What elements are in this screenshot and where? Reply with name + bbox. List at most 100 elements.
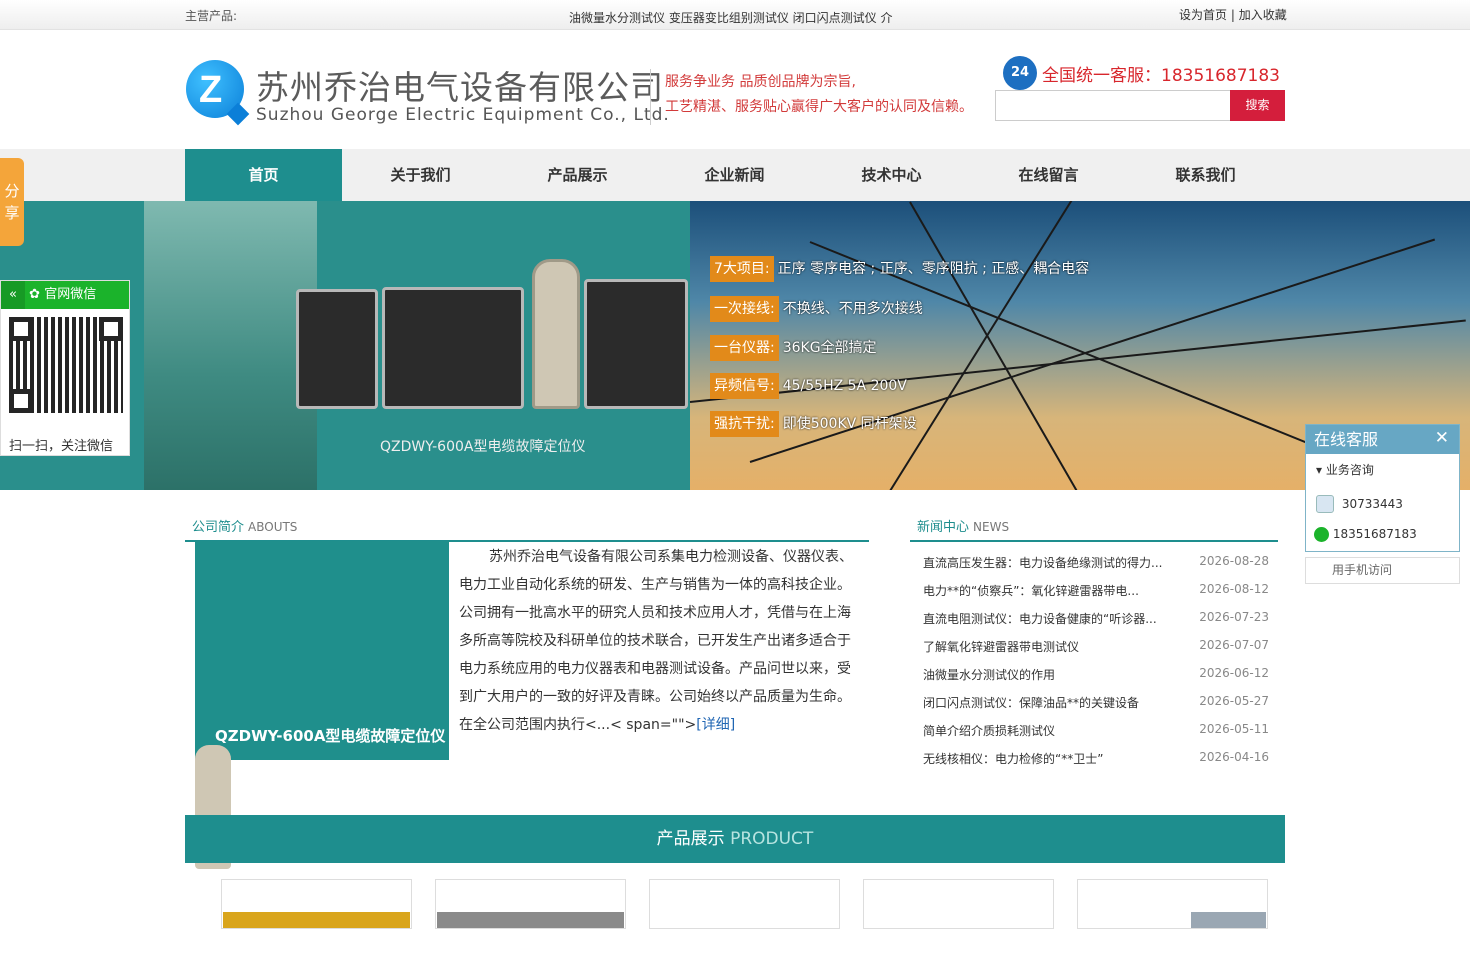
transformer-unit [532,259,580,409]
qq-number: 30733443 [1341,496,1403,511]
share-tab[interactable]: 分 享 [0,158,24,246]
feature-text: 36KG全部搞定 [782,340,877,356]
add-favorite-link[interactable]: 加入收藏 [1239,8,1287,22]
nav-item-contact[interactable]: 联系我们 [1127,149,1284,201]
news-item-date: 2026-07-07 [1199,638,1269,652]
share-label-2: 享 [4,204,20,222]
about-text: 苏州乔治电气设备有限公司系集电力检测设备、仪器仪表、电力工业自动化系统的研发、生… [459,543,859,739]
about-more-link[interactable]: [详细] [696,717,735,733]
service-group-label: 业务咨询 [1325,463,1374,477]
hotline-text: 全国统一客服：18351687183 [1042,66,1280,86]
about-image-caption: QZDWY-600A型电缆故障定位仪 [215,727,446,745]
feature-row: 强抗干扰: 即使500KV 同杆架设 [710,411,917,437]
news-item-title[interactable]: 油微量水分测试仪的作用 [923,666,1055,683]
product-thumbnail [865,912,1052,928]
product-card[interactable] [649,879,840,929]
news-item-date: 2026-04-16 [1199,750,1269,764]
news-item-date: 2026-08-12 [1199,582,1269,596]
news-divider [910,540,1278,542]
product-thumbnail [437,912,624,928]
news-item-title[interactable]: 简单介绍介质损耗测试仪 [923,722,1055,739]
feature-row: 一台仪器: 36KG全部搞定 [710,335,877,361]
wechat-contact[interactable]: 18351687183 [1314,527,1417,542]
feature-tag: 一次接线: [710,296,779,322]
news-item-title[interactable]: 直流高压发生器：电力设备绝缘测试的得力... [923,554,1162,571]
product-thumbnail [651,912,838,928]
about-title-en: ABOUTS [248,520,298,534]
slogan-line-1: 服务争业务 品质创品牌为宗旨, [665,74,856,90]
logo-letter: Z [199,69,223,111]
wechat-title: 官网微信 [44,287,97,302]
service-group[interactable]: ▾ 业务咨询 [1316,461,1374,478]
product-card[interactable] [863,879,1054,929]
products-title: 产品展示 [656,829,725,849]
news-section-title: 新闻中心 NEWS [917,516,1009,535]
news-item-date: 2026-08-28 [1199,554,1269,568]
nav-item-message[interactable]: 在线留言 [970,149,1127,201]
feature-text: 不换线、不用多次接线 [782,301,923,317]
feature-tag: 强抗干扰: [710,411,779,437]
product-card[interactable] [221,879,412,929]
wechat-icon: ✿ [29,287,41,302]
feature-text: 45/55HZ 5A 200V [782,378,907,394]
qq-icon [1316,495,1334,513]
feature-tag: 一台仪器: [710,335,779,361]
news-item-title[interactable]: 无线核相仪：电力检修的“**卫士” [923,750,1103,767]
news-item-date: 2026-07-23 [1199,610,1269,624]
about-product-image[interactable]: QZDWY-600A型电缆故障定位仪 [195,541,449,869]
main-nav: 首页 关于我们 产品展示 企业新闻 技术中心 在线留言 联系我们 [0,149,1470,201]
wechat-phone: 18351687183 [1332,527,1417,541]
banner-caption: QZDWY-600A型电缆故障定位仪 [380,439,586,455]
feature-row: 异频信号: 45/55HZ 5A 200V [710,373,907,399]
wechat-panel: « ✿ 官网微信 扫一扫，关注微信 [0,280,130,456]
product-card[interactable] [435,879,626,929]
hero-banner[interactable]: QZDWY-600A型电缆故障定位仪 7大项目: 正序 零序电容 ; 正序、零序阻… [0,201,1470,490]
about-section-title: 公司简介 ABOUTS [192,516,297,535]
qq-contact[interactable]: 30733443 [1316,495,1403,513]
company-logo-icon[interactable]: Z [186,60,250,126]
nav-item-products[interactable]: 产品展示 [499,149,656,201]
share-label-1: 分 [4,182,20,200]
collapse-icon[interactable]: « [1,281,25,309]
wechat-footer: 扫一扫，关注微信 [9,439,114,454]
mobile-visit-link[interactable]: 用手机访问 [1305,557,1460,584]
news-title-en: NEWS [973,520,1010,534]
device-case-3 [584,279,688,409]
about-body: 苏州乔治电气设备有限公司系集电力检测设备、仪器仪表、电力工业自动化系统的研发、生… [459,549,853,733]
close-icon[interactable]: ✕ [1435,428,1449,448]
wechat-green-icon [1314,527,1329,542]
main-products-label: 主营产品: [185,9,238,23]
news-item-date: 2026-05-11 [1199,722,1269,736]
news-item-title[interactable]: 直流电阻测试仪：电力设备健康的“听诊器... [923,610,1157,627]
company-name-cn: 苏州乔治电气设备有限公司 [256,68,664,107]
wechat-qr-code [9,317,123,413]
nav-item-home[interactable]: 首页 [185,149,342,201]
product-card[interactable] [1077,879,1268,929]
nav-item-about[interactable]: 关于我们 [342,149,499,201]
nav-item-tech[interactable]: 技术中心 [813,149,970,201]
slogan-line-2: 工艺精湛、服务贴心赢得广大客户的认同及信赖。 [665,99,973,115]
news-item-title[interactable]: 闭口闪点测试仪：保障油品**的关键设备 [923,694,1139,711]
top-links: 设为首页 | 加入收藏 [1179,6,1287,23]
products-section-bar: 产品展示 PRODUCT [185,815,1285,863]
news-item-date: 2026-06-12 [1199,666,1269,680]
products-marquee[interactable]: 油微量水分测试仪 变压器变比组别测试仪 闭口闪点测试仪 介 [569,9,892,26]
news-item-title[interactable]: 电力**的“侦察兵”：氧化锌避雷器带电... [923,582,1139,599]
nav-item-news[interactable]: 企业新闻 [656,149,813,201]
news-item-title[interactable]: 了解氧化锌避雷器带电测试仪 [923,638,1079,655]
device-case-2 [382,287,524,409]
online-service-panel: 在线客服 ✕ ▾ 业务咨询 30733443 18351687183 [1305,424,1460,552]
phone-24h-icon: 24 [1003,56,1037,90]
header-divider [650,69,651,125]
company-name-en: Suzhou George Electric Equipment Co., Lt… [256,105,670,125]
search-input[interactable] [995,90,1231,121]
set-home-link[interactable]: 设为首页 [1179,8,1227,22]
feature-tag: 异频信号: [710,373,779,399]
search-button[interactable]: 搜索 [1230,90,1285,121]
feature-text: 即使500KV 同杆架设 [782,416,917,432]
about-title: 公司简介 [192,520,245,535]
products-title-en: PRODUCT [730,829,814,849]
feature-row: 一次接线: 不换线、不用多次接线 [710,296,923,322]
feature-text: 正序 零序电容 ; 正序、零序阻抗 ; 正感、耦合电容 [777,261,1090,277]
product-thumbnail [1079,912,1266,928]
